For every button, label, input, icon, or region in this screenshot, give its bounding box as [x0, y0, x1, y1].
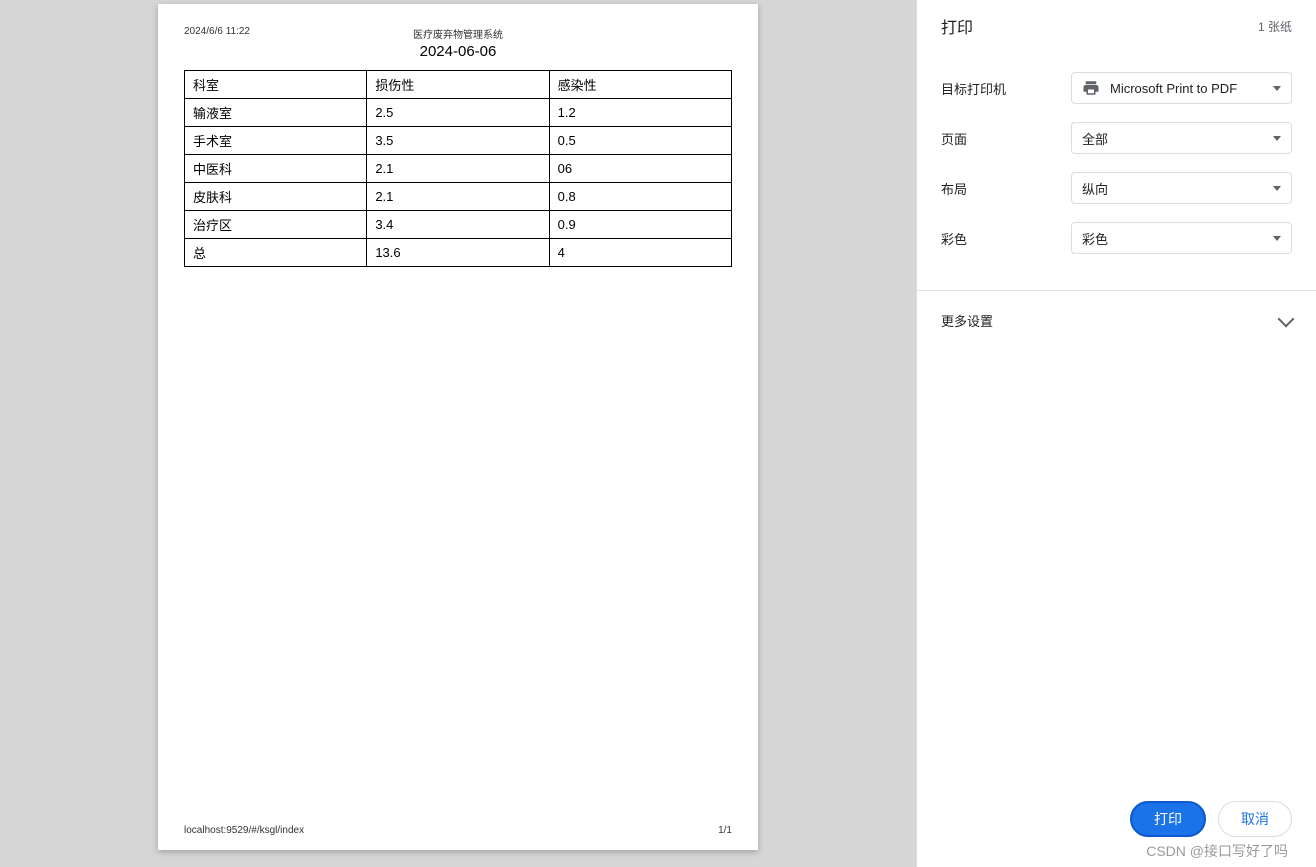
cell: 2.1	[367, 155, 549, 183]
layout-value: 纵向	[1082, 179, 1108, 198]
setting-pages: 页面 全部	[941, 122, 1292, 154]
page-footer: localhost:9529/#/ksgl/index 1/1	[184, 825, 732, 836]
more-settings-toggle[interactable]: 更多设置	[917, 291, 1316, 350]
cell: 13.6	[367, 239, 549, 267]
col-header: 科室	[185, 71, 367, 99]
setting-color: 彩色 彩色	[941, 222, 1292, 254]
label-layout: 布局	[941, 179, 1071, 198]
label-color: 彩色	[941, 229, 1071, 248]
label-destination: 目标打印机	[941, 79, 1071, 98]
cell: 总	[185, 239, 367, 267]
cancel-button[interactable]: 取消	[1218, 801, 1292, 837]
pages-select[interactable]: 全部	[1071, 122, 1292, 154]
panel-header: 打印 1 张纸	[917, 0, 1316, 46]
footer-url: localhost:9529/#/ksgl/index	[184, 825, 304, 836]
chevron-down-icon	[1278, 310, 1295, 327]
chevron-down-icon	[1273, 236, 1281, 241]
page-header-title: 医疗废弃物管理系统	[158, 26, 758, 41]
page-title: 2024-06-06	[184, 43, 732, 60]
table-row: 输液室 2.5 1.2	[185, 99, 732, 127]
cell: 中医科	[185, 155, 367, 183]
label-pages: 页面	[941, 129, 1071, 148]
cell: 0.5	[549, 127, 731, 155]
footer-page-number: 1/1	[718, 825, 732, 836]
cell: 0.8	[549, 183, 731, 211]
destination-value: Microsoft Print to PDF	[1110, 81, 1237, 96]
cell: 输液室	[185, 99, 367, 127]
settings-section: 目标打印机 Microsoft Print to PDF 页面 全部 布局	[917, 46, 1316, 272]
more-settings-label: 更多设置	[941, 311, 993, 330]
panel-footer: 打印 取消	[917, 783, 1316, 867]
data-table: 科室 损伤性 感染性 输液室 2.5 1.2 手术室 3.5 0.5 中医科	[184, 70, 732, 267]
cell: 2.5	[367, 99, 549, 127]
table-row: 总 13.6 4	[185, 239, 732, 267]
layout-select[interactable]: 纵向	[1071, 172, 1292, 204]
color-value: 彩色	[1082, 229, 1108, 248]
table-row: 治疗区 3.4 0.9	[185, 211, 732, 239]
cell: 3.4	[367, 211, 549, 239]
chevron-down-icon	[1273, 136, 1281, 141]
print-preview-area: 2024/6/6 11:22 医疗废弃物管理系统 2024-06-06 科室 损…	[0, 0, 916, 867]
table-row: 手术室 3.5 0.5	[185, 127, 732, 155]
table-row: 中医科 2.1 06	[185, 155, 732, 183]
table-header-row: 科室 损伤性 感染性	[185, 71, 732, 99]
cell: 1.2	[549, 99, 731, 127]
chevron-down-icon	[1273, 86, 1281, 91]
color-select[interactable]: 彩色	[1071, 222, 1292, 254]
destination-select[interactable]: Microsoft Print to PDF	[1071, 72, 1292, 104]
cell: 06	[549, 155, 731, 183]
cell: 4	[549, 239, 731, 267]
table-row: 皮肤科 2.1 0.8	[185, 183, 732, 211]
setting-destination: 目标打印机 Microsoft Print to PDF	[941, 72, 1292, 104]
cell: 治疗区	[185, 211, 367, 239]
print-settings-panel: 打印 1 张纸 目标打印机 Microsoft Print to PDF 页面 …	[916, 0, 1316, 867]
setting-layout: 布局 纵向	[941, 172, 1292, 204]
col-header: 感染性	[549, 71, 731, 99]
pages-value: 全部	[1082, 129, 1108, 148]
print-button[interactable]: 打印	[1130, 801, 1206, 837]
cell: 皮肤科	[185, 183, 367, 211]
col-header: 损伤性	[367, 71, 549, 99]
cell: 0.9	[549, 211, 731, 239]
sheet-count: 1 张纸	[1258, 18, 1292, 35]
printer-icon	[1082, 79, 1100, 97]
chevron-down-icon	[1273, 186, 1281, 191]
panel-title: 打印	[941, 14, 973, 38]
preview-page: 2024/6/6 11:22 医疗废弃物管理系统 2024-06-06 科室 损…	[158, 4, 758, 850]
cell: 手术室	[185, 127, 367, 155]
cell: 2.1	[367, 183, 549, 211]
page-header-line: 2024/6/6 11:22 医疗废弃物管理系统	[184, 26, 732, 37]
cell: 3.5	[367, 127, 549, 155]
